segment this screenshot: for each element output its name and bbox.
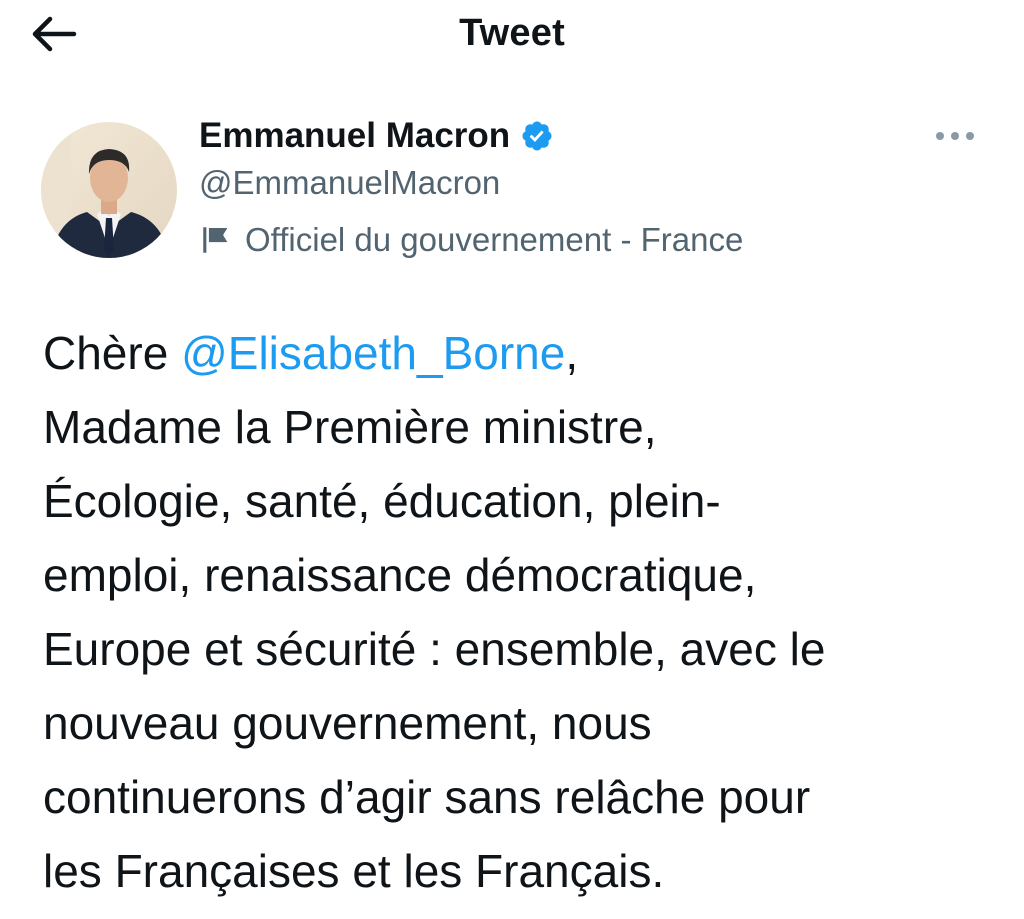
verified-badge-icon [522,121,552,151]
more-options-button[interactable] [925,118,985,154]
author-name-row: Emmanuel Macron [199,114,554,158]
tweet-line: Écologie, santé, éducation, plein- [43,475,721,527]
author-name[interactable]: Emmanuel Macron [199,114,510,158]
tweet-line: Europe et sécurité : ensemble, avec le [43,623,826,675]
greeting-suffix: , [565,327,579,379]
tweet-line: continuerons d’agir sans relâche pour [43,771,811,823]
page-title: Tweet [459,12,565,54]
tweet-line: nouveau gouvernement, nous [43,697,652,749]
tweet-line: emploi, renaissance démocratique, [43,549,757,601]
top-bar: Tweet [0,0,1024,70]
label-text: Officiel du gouvernement - France [245,221,744,258]
tweet-line: Chère @Elisabeth_Borne, [43,316,1003,390]
flag-icon [203,227,228,253]
tweet-text: Chère @Elisabeth_Borne, Madame la Premiè… [43,316,1003,908]
mention-link[interactable]: @Elisabeth_Borne [181,327,565,379]
tweet-line: Madame la Première ministre, [43,401,657,453]
government-label[interactable]: Officiel du gouvernement - France [199,218,743,262]
tweet-line: les Françaises et les Français. [43,845,665,897]
greeting-prefix: Chère [43,327,182,379]
avatar[interactable] [41,122,177,258]
more-options-icon [936,132,974,140]
author-handle[interactable]: @EmmanuelMacron [199,162,500,204]
